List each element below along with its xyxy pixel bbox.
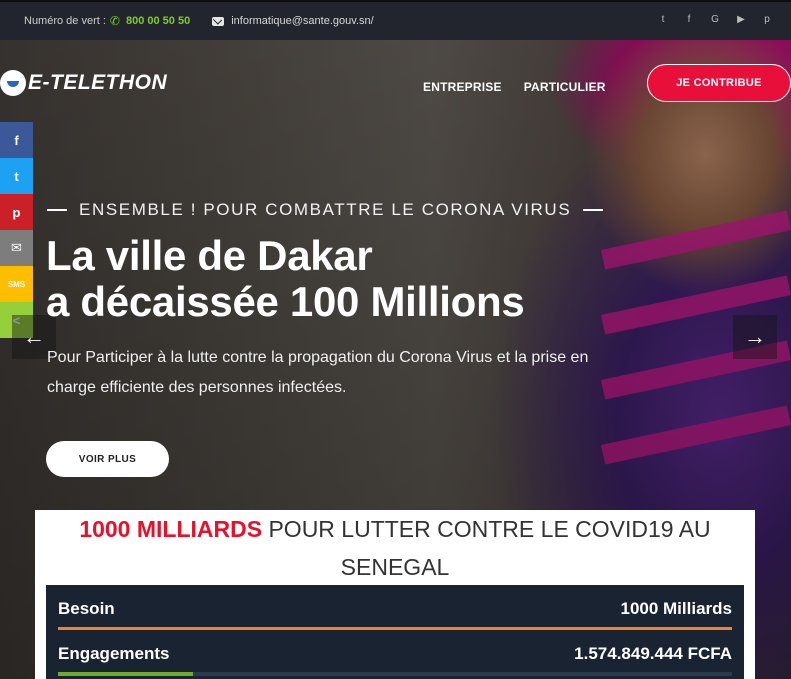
fund-row-value: 1000 Milliards xyxy=(620,599,732,618)
slider-next-button[interactable]: → xyxy=(733,315,777,359)
share-sms-button[interactable]: SMS xyxy=(0,266,33,302)
kicker-text: ENSEMBLE ! POUR COMBATTRE LE CORONA VIRU… xyxy=(79,200,572,219)
voir-plus-button[interactable]: VOIR PLUS xyxy=(46,441,169,477)
fund-row-besoin: Besoin 1000 Milliards xyxy=(58,585,732,619)
pinterest-icon: p xyxy=(12,204,21,220)
arrow-right-icon: → xyxy=(744,324,766,349)
share-email-button[interactable]: ✉ xyxy=(0,230,33,266)
phone-icon: ✆ xyxy=(109,14,120,28)
main-nav: ENTREPRISE PARTICULIER xyxy=(423,80,606,94)
contribute-button[interactable]: JE CONTRIBUE xyxy=(647,64,791,102)
google-plus-icon[interactable]: G xyxy=(709,14,721,25)
kicker-dash xyxy=(47,209,67,211)
facebook-icon: f xyxy=(14,132,19,148)
share-pinterest-button[interactable]: p xyxy=(0,194,33,230)
twitter-icon: t xyxy=(14,168,19,184)
share-facebook-button[interactable]: f xyxy=(0,122,33,158)
email-icon: ✉ xyxy=(11,240,22,255)
twitter-icon[interactable]: t xyxy=(657,14,669,25)
fund-amount: 1000 MILLIARDS xyxy=(79,516,263,542)
social-links: t f G ▶ p xyxy=(657,14,773,25)
fund-panel: Besoin 1000 Milliards Engagements 1.574.… xyxy=(46,585,744,679)
fund-title: 1000 MILLIARDS POUR LUTTER CONTRE LE COV… xyxy=(35,510,755,586)
top-bar: Numéro de vert : ✆ 800 00 50 50 informat… xyxy=(0,0,791,40)
share-rail: f t p ✉ SMS < xyxy=(0,122,33,338)
slide-headline: La ville de Dakar a décaissée 100 Millio… xyxy=(46,232,525,325)
fund-row-value: 1.574.849.444 FCFA xyxy=(574,644,732,663)
fund-title-rest: POUR LUTTER CONTRE LE COVID19 AU SENEGAL xyxy=(262,516,711,580)
envelope-icon xyxy=(212,16,225,26)
slide-description: Pour Participer à la lutte contre la pro… xyxy=(47,349,589,396)
logo-icon xyxy=(0,70,26,96)
kicker-dash xyxy=(583,209,604,211)
share-twitter-button[interactable]: t xyxy=(0,158,33,194)
phone-number[interactable]: 800 00 50 50 xyxy=(126,15,190,27)
arrow-left-icon: ← xyxy=(23,324,45,349)
youtube-icon[interactable]: ▶ xyxy=(735,14,747,25)
nav-item-entreprise[interactable]: ENTREPRISE xyxy=(423,80,502,94)
hero-slider: E-TELETHON ENTREPRISE PARTICULIER JE CON… xyxy=(0,40,791,679)
pinterest-icon[interactable]: p xyxy=(761,14,773,25)
nav-item-particulier[interactable]: PARTICULIER xyxy=(524,80,606,94)
sms-icon: SMS xyxy=(7,279,26,289)
engagements-progress-fill xyxy=(58,672,193,676)
headline-line-1: La ville de Dakar xyxy=(46,232,373,279)
headline-line-2: a décaissée 100 Millions xyxy=(46,278,525,325)
site-logo[interactable]: E-TELETHON xyxy=(0,70,167,96)
email-contact[interactable]: informatique@sante.gouv.sn/ xyxy=(212,15,374,27)
logo-text: E-TELETHON xyxy=(28,71,168,94)
fund-row-label: Engagements xyxy=(58,644,170,663)
facebook-icon[interactable]: f xyxy=(683,14,695,25)
slide-kicker: ENSEMBLE ! POUR COMBATTRE LE CORONA VIRU… xyxy=(47,200,615,220)
fund-card: 1000 MILLIARDS POUR LUTTER CONTRE LE COV… xyxy=(35,510,755,679)
fund-row-engagements: Engagements 1.574.849.444 FCFA xyxy=(58,630,732,664)
email-address[interactable]: informatique@sante.gouv.sn/ xyxy=(231,15,373,27)
engagements-progress-bar xyxy=(58,672,732,676)
fund-row-label: Besoin xyxy=(58,599,115,618)
phone-label: Numéro de vert : xyxy=(24,15,106,27)
